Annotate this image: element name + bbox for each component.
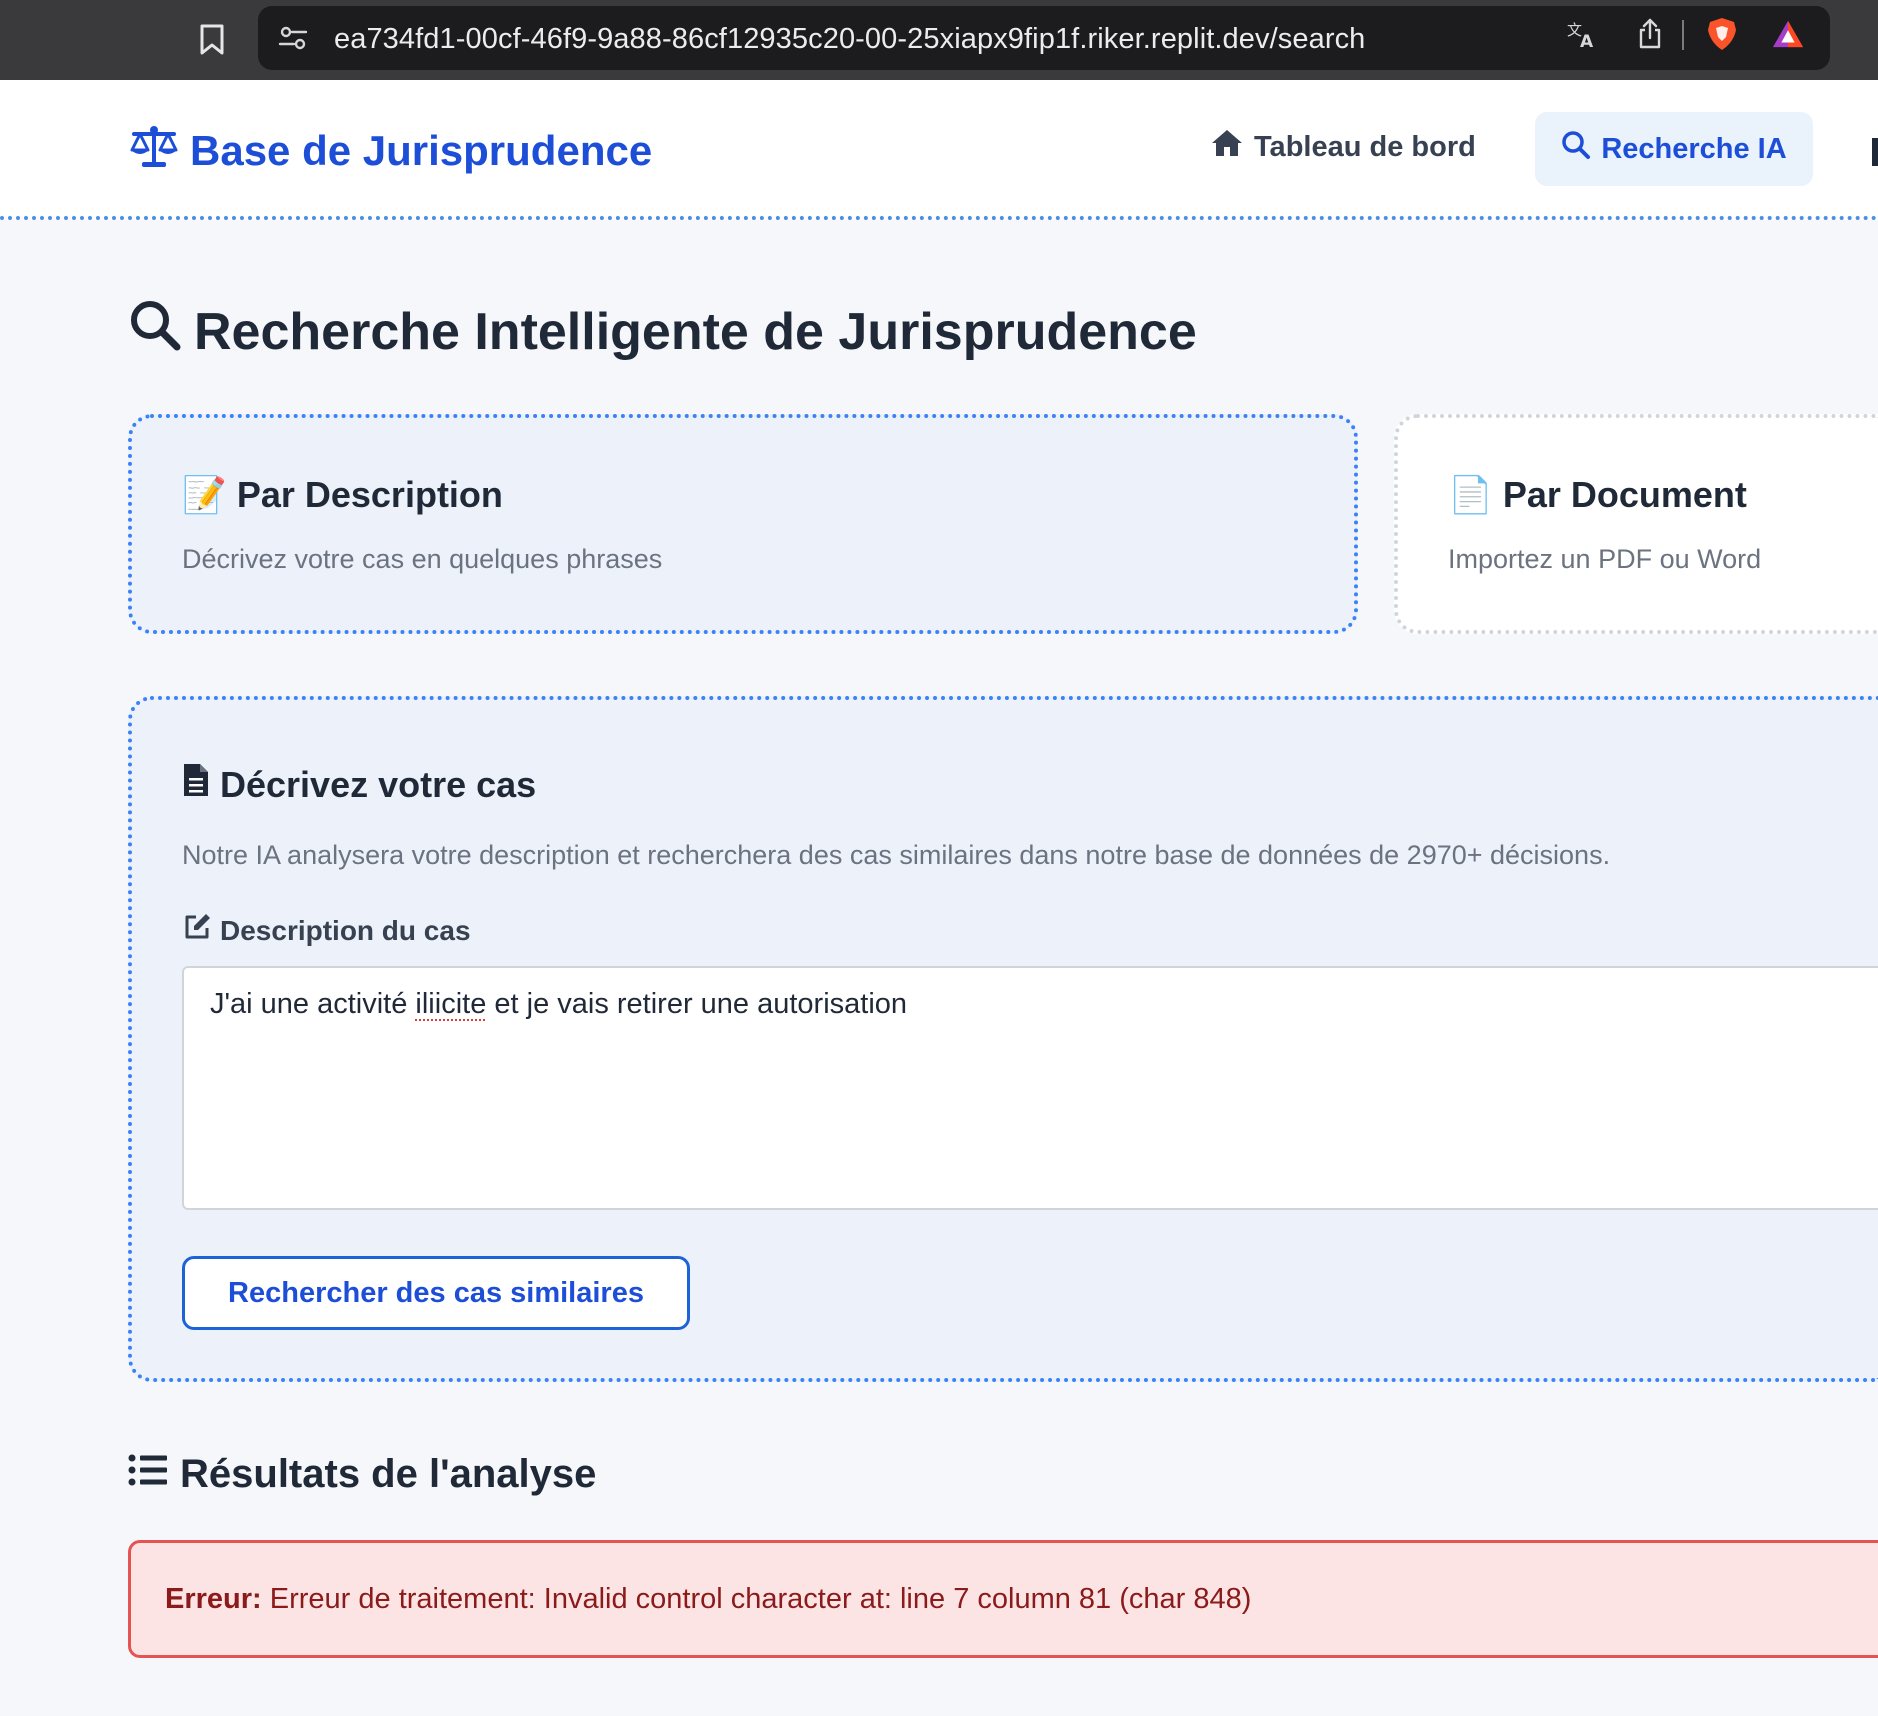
brand-link[interactable]: Base de Jurisprudence xyxy=(128,124,652,178)
page-title-text: Recherche Intelligente de Jurisprudence xyxy=(194,302,1197,361)
nav-dashboard-label: Tableau de bord xyxy=(1254,130,1476,163)
memo-icon: 📝 xyxy=(182,474,227,515)
mode-card-title-text: Par Description xyxy=(236,474,503,515)
description-form-panel: Décrivez votre cas Notre IA analysera vo… xyxy=(128,696,1878,1382)
description-field-label-text: Description du cas xyxy=(220,914,471,946)
translate-icon[interactable]: 文 A xyxy=(1566,18,1598,50)
results-title: Résultats de l'analyse xyxy=(128,1452,596,1497)
nav-overflow-edge xyxy=(1872,138,1878,166)
brave-shield-icon[interactable] xyxy=(1706,18,1738,50)
results-title-text: Résultats de l'analyse xyxy=(180,1452,597,1496)
site-settings-icon[interactable] xyxy=(278,26,308,50)
error-alert: Erreur: Erreur de traitement: Invalid co… xyxy=(128,1540,1878,1658)
edit-icon xyxy=(182,912,212,949)
mode-card-document[interactable]: 📄 Par Document Importez un PDF ou Word xyxy=(1394,414,1878,634)
toolbar-separator xyxy=(1682,20,1684,50)
app-navbar: Base de Jurisprudence Tableau de bord Re… xyxy=(0,80,1878,220)
search-similar-cases-button[interactable]: Rechercher des cas similaires xyxy=(182,1256,690,1330)
brand-name: Base de Jurisprudence xyxy=(190,127,653,174)
document-icon: 📄 xyxy=(1448,474,1493,515)
nav-search-link[interactable]: Recherche IA xyxy=(1535,112,1813,186)
case-description-textarea[interactable]: J'ai une activité iliicite et je vais re… xyxy=(182,966,1878,1210)
brave-rewards-icon[interactable] xyxy=(1772,18,1804,50)
nav-search-label: Recherche IA xyxy=(1601,132,1787,165)
scale-balance-icon xyxy=(128,124,180,178)
page-title: Recherche Intelligente de Jurisprudence xyxy=(128,298,1197,365)
error-text: Erreur: Erreur de traitement: Invalid co… xyxy=(165,1583,1251,1616)
mode-card-description[interactable]: 📝 Par Description Décrivez votre cas en … xyxy=(128,414,1358,634)
mode-card-subtitle: Décrivez votre cas en quelques phrases xyxy=(182,544,663,574)
url-text[interactable]: ea734fd1-00cf-46f9-9a88-86cf12935c20-00-… xyxy=(334,23,1365,56)
mode-card-subtitle: Importez un PDF ou Word xyxy=(1448,544,1762,574)
form-title: Décrivez votre cas xyxy=(182,762,536,807)
nav-dashboard-link[interactable]: Tableau de bord xyxy=(1210,128,1476,166)
form-title-text: Décrivez votre cas xyxy=(220,763,537,805)
home-icon xyxy=(1210,128,1244,166)
search-icon xyxy=(1561,130,1591,168)
svg-text:A: A xyxy=(1580,32,1594,49)
file-text-icon xyxy=(182,762,210,807)
search-icon xyxy=(128,298,182,365)
list-icon xyxy=(128,1452,168,1497)
mode-card-title: 📄 Par Document xyxy=(1448,474,1747,516)
misspelled-word: iliicite xyxy=(415,988,487,1020)
browser-toolbar: ea734fd1-00cf-46f9-9a88-86cf12935c20-00-… xyxy=(0,0,1878,80)
mode-card-title-text: Par Document xyxy=(1502,474,1747,515)
textarea-text-before: J'ai une activité xyxy=(210,988,416,1020)
description-field-label: Description du cas xyxy=(182,912,471,949)
share-icon[interactable] xyxy=(1634,18,1666,50)
form-intro: Notre IA analysera votre description et … xyxy=(182,840,1611,870)
mode-card-title: 📝 Par Description xyxy=(182,474,503,516)
textarea-text-after: et je vais retirer une autorisation xyxy=(486,988,908,1020)
error-label: Erreur: xyxy=(165,1583,262,1615)
error-message: Erreur de traitement: Invalid control ch… xyxy=(269,1583,1252,1615)
bookmark-icon[interactable] xyxy=(192,20,232,60)
